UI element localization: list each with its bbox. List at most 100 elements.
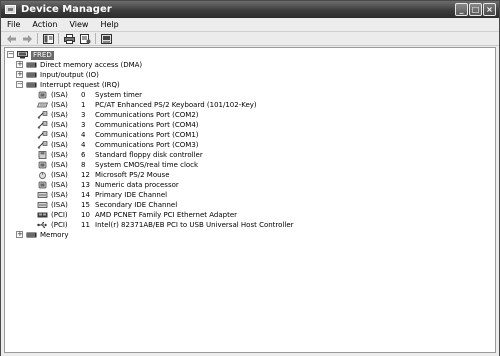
network-adapter-icon [37,211,48,219]
menu-bar: File Action View Help [1,18,499,32]
device-name-label: System timer [95,91,143,99]
irq-bus-label: (ISA) [51,161,68,169]
port-icon [37,121,48,129]
keyboard-icon [37,101,48,109]
category-label: Input/output (IO) [40,71,99,79]
device-name-label: Communications Port (COM1) [95,131,199,139]
toolbar [1,32,499,46]
tree-expander-icon[interactable]: + [16,71,23,78]
resource-icon [26,61,37,69]
maximize-button[interactable]: □ [469,3,482,16]
device-name-label: Communications Port (COM2) [95,111,199,119]
usb-icon [37,221,48,229]
computer-icon [17,51,28,59]
irq-device-row[interactable]: (ISA) 4 Communications Port (COM3) [37,140,199,150]
category-label: Memory [40,231,69,239]
tree-expander-icon[interactable]: + [16,61,23,68]
resource-icon [26,71,37,79]
title-bar[interactable]: Device Manager _ □ × [1,1,499,18]
irq-number-label: 0 [81,91,86,99]
irq-number-label: 15 [81,201,90,209]
irq-number-label: 4 [81,131,86,139]
irq-number-label: 14 [81,191,90,199]
irq-bus-label: (ISA) [51,151,68,159]
tree-category-irq[interactable]: Interrupt request (IRQ) [26,80,120,90]
irq-number-label: 6 [81,151,86,159]
toolbar-separator [95,33,96,44]
irq-device-row[interactable]: (ISA) 8 System CMOS/real time clock [37,160,198,170]
irq-bus-label: (PCI) [51,221,68,229]
irq-device-row[interactable]: (PCI) 11 Intel(r) 82371AB/EB PCI to USB Un… [37,220,294,230]
toolbar-separator [58,33,59,44]
irq-number-label: 3 [81,121,86,129]
ide-controller-icon [37,201,48,209]
menu-action[interactable]: Action [26,18,63,32]
device-manager-app-icon [5,5,16,14]
device-name-label: Secondary IDE Channel [95,201,178,209]
tree-category-1[interactable]: Input/output (IO) [26,70,99,80]
device-name-label: Intel(r) 82371AB/EB PCI to USB Universal… [95,221,294,229]
irq-device-row[interactable]: (ISA) 0 System timer [37,90,142,100]
computer-name-label: FRED [31,50,54,60]
port-icon [37,131,48,139]
category-label: Direct memory access (DMA) [40,61,143,69]
device-name-label: Standard floppy disk controller [95,151,203,159]
minimize-button[interactable]: _ [455,3,468,16]
irq-number-label: 1 [81,101,86,109]
help-properties-icon[interactable] [79,33,91,44]
window-title: Device Manager [21,4,112,15]
irq-device-row[interactable]: (ISA) 3 Communications Port (COM2) [37,110,199,120]
irq-device-row[interactable]: (ISA) 14 Primary IDE Channel [37,190,167,200]
tree-expander-icon[interactable]: − [16,81,23,88]
tree-category-0[interactable]: Direct memory access (DMA) [26,60,142,70]
tree-category-memory[interactable]: Memory [26,230,68,240]
irq-bus-label: (PCI) [51,211,68,219]
device-name-label: Communications Port (COM4) [95,121,199,129]
print-icon[interactable] [63,33,75,44]
irq-number-label: 3 [81,111,86,119]
device-tree[interactable]: − FRED + Direct memory access (DMA) + Input/o… [4,47,496,353]
irq-bus-label: (ISA) [51,91,68,99]
menu-view[interactable]: View [63,18,94,32]
chip-icon [37,91,48,99]
irq-device-row[interactable]: (PCI) 10 AMD PCNET Family PCI Ethernet Ada… [37,210,237,220]
back-arrow-icon[interactable] [5,33,17,44]
irq-bus-label: (ISA) [51,141,68,149]
close-button[interactable]: × [483,3,496,16]
irq-device-row[interactable]: (ISA) 13 Numeric data processor [37,180,179,190]
resource-icon [26,231,37,239]
irq-number-label: 4 [81,141,86,149]
tree-expander-icon[interactable]: + [16,231,23,238]
irq-number-label: 11 [81,221,90,229]
mouse-icon [37,171,48,179]
resource-icon [26,81,37,89]
tree-root-computer[interactable]: FRED [17,50,54,60]
properties-pane-icon[interactable] [42,33,54,44]
device-name-label: Numeric data processor [95,181,179,189]
irq-bus-label: (ISA) [51,131,68,139]
irq-bus-label: (ISA) [51,191,68,199]
irq-device-row[interactable]: (ISA) 12 Microsoft PS/2 Mouse [37,170,170,180]
port-icon [37,111,48,119]
irq-device-row[interactable]: (ISA) 15 Secondary IDE Channel [37,200,177,210]
device-name-label: AMD PCNET Family PCI Ethernet Adapter [95,211,238,219]
computer-view-icon[interactable] [100,33,112,44]
menu-file[interactable]: File [1,18,26,32]
irq-bus-label: (ISA) [51,181,68,189]
irq-device-row[interactable]: (ISA) 3 Communications Port (COM4) [37,120,199,130]
device-name-label: Primary IDE Channel [95,191,168,199]
chip-icon [37,161,48,169]
forward-arrow-icon[interactable] [21,33,33,44]
window-controls: _ □ × [455,3,496,16]
device-name-label: PC/AT Enhanced PS/2 Keyboard (101/102-Ke… [95,101,257,109]
irq-number-label: 12 [81,171,90,179]
irq-device-row[interactable]: (ISA) 4 Communications Port (COM1) [37,130,199,140]
irq-device-row[interactable]: (ISA) 1 PC/AT Enhanced PS/2 Keyboard (101/… [37,100,257,110]
irq-bus-label: (ISA) [51,171,68,179]
irq-device-row[interactable]: (ISA) 6 Standard floppy disk controller [37,150,203,160]
menu-help[interactable]: Help [94,18,124,32]
device-name-label: Communications Port (COM3) [95,141,199,149]
device-name-label: System CMOS/real time clock [95,161,199,169]
tree-expander-icon[interactable]: − [7,51,14,58]
ide-controller-icon [37,191,48,199]
